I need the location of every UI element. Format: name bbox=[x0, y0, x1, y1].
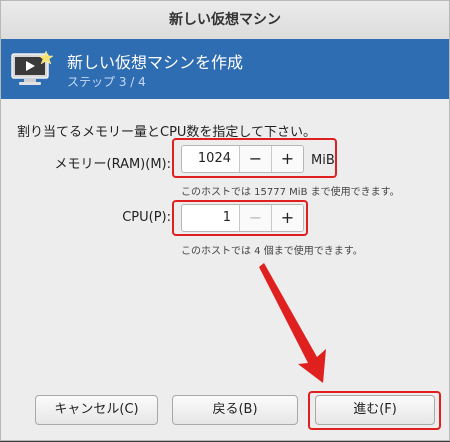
back-button[interactable]: 戻る(B) bbox=[172, 395, 298, 425]
forward-highlight bbox=[308, 391, 441, 430]
annotation-arrow bbox=[259, 263, 326, 383]
cancel-button[interactable]: キャンセル(C) bbox=[35, 395, 158, 425]
new-vm-dialog: 新しい仮想マシン 新しい仮想マシンを作成 ステップ 3 / 4 割り当てるメモリ… bbox=[0, 0, 450, 441]
